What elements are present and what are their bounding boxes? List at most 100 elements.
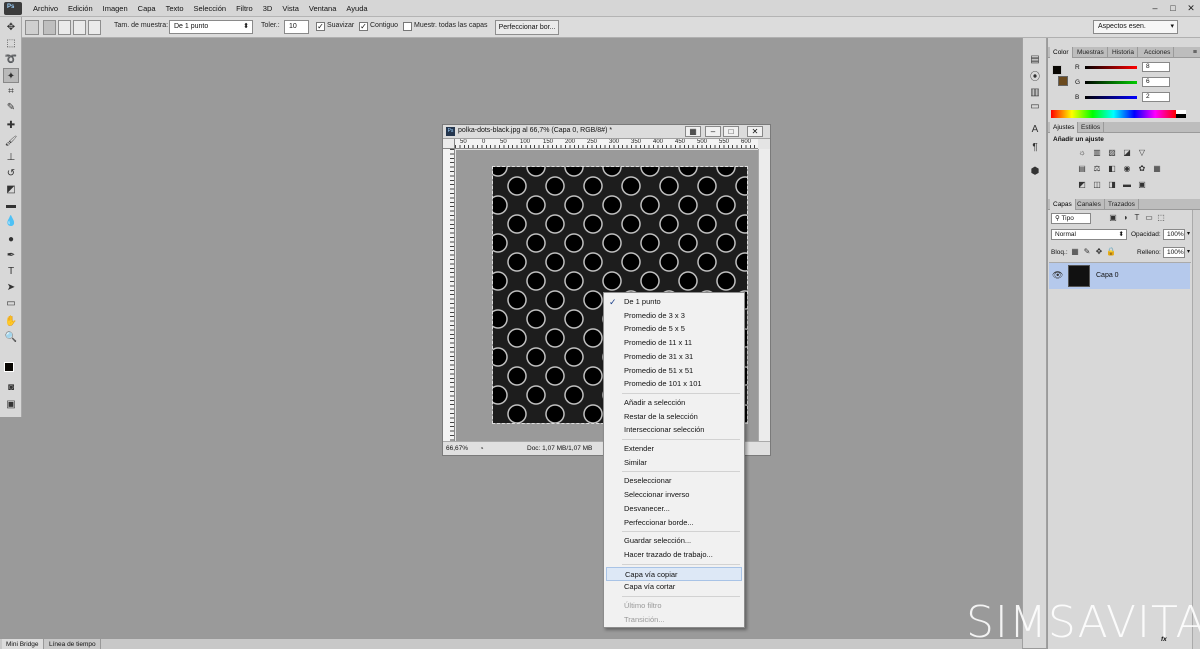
lock-paint-icon[interactable]: ✎ — [1082, 247, 1092, 257]
photo-filter-icon[interactable]: ◉ — [1122, 164, 1132, 174]
opacity-input[interactable]: 100% — [1163, 229, 1185, 240]
context-menu-item[interactable]: Guardar selección... — [604, 534, 744, 548]
eraser-tool-icon[interactable]: ◩ — [3, 182, 19, 197]
history-brush-tool-icon[interactable]: ↺ — [3, 166, 19, 181]
hand-tool-icon[interactable]: ✋ — [3, 314, 19, 329]
context-menu-item[interactable]: Añadir a selección — [604, 396, 744, 410]
filter-smart-icon[interactable]: ⬚ — [1156, 213, 1166, 223]
subtract-selection-icon[interactable] — [73, 20, 86, 35]
tool-presets-icon[interactable]: ▭ — [1028, 100, 1042, 114]
brightness-icon[interactable]: ☼ — [1077, 148, 1087, 158]
menu-ayuda[interactable]: Ayuda — [341, 0, 372, 17]
quick-mask-icon[interactable]: ◙ — [3, 380, 19, 395]
black-white-icon[interactable]: ◧ — [1107, 164, 1117, 174]
menu-3d[interactable]: 3D — [258, 0, 278, 17]
pen-tool-icon[interactable]: ✒ — [3, 248, 19, 263]
close-button[interactable]: ✕ — [1182, 0, 1200, 17]
document-title-bar[interactable]: Ps polka-dots-black.jpg al 66,7% (Capa 0… — [443, 125, 770, 139]
menu-seleccion[interactable]: Selección — [189, 0, 232, 17]
workspace-select[interactable]: Aspectos esen. ▾ — [1093, 20, 1178, 34]
eyedropper-tool-icon[interactable]: ✎ — [3, 100, 19, 115]
tab-trazados[interactable]: Trazados — [1105, 199, 1139, 210]
magic-wand-tool-icon[interactable]: ✦ — [3, 68, 19, 83]
filter-pixel-icon[interactable]: ▣ — [1108, 213, 1118, 223]
type-tool-icon[interactable]: T — [3, 264, 19, 279]
menu-edicion[interactable]: Edición — [63, 0, 98, 17]
layer-thumbnail[interactable] — [1068, 265, 1090, 287]
context-menu-item[interactable]: Promedio de 31 x 31 — [604, 350, 744, 364]
tab-acciones[interactable]: Acciones — [1141, 47, 1175, 58]
tab-muestras[interactable]: Muestras — [1074, 47, 1108, 58]
contiguous-checkbox[interactable]: ✓ — [359, 22, 368, 31]
new-selection-icon[interactable] — [43, 20, 56, 35]
r-slider[interactable] — [1085, 66, 1137, 69]
layers-scrollbar[interactable] — [1192, 210, 1200, 649]
threshold-icon[interactable]: ◨ — [1107, 180, 1117, 190]
selective-color-icon[interactable]: ▣ — [1137, 180, 1147, 190]
tab-ajustes[interactable]: Ajustes — [1050, 122, 1079, 133]
sample-size-select[interactable]: De 1 punto ⬍ — [169, 20, 253, 34]
menu-capa[interactable]: Capa — [133, 0, 161, 17]
context-menu-item[interactable]: Promedio de 11 x 11 — [604, 336, 744, 350]
context-menu-item[interactable]: Deseleccionar — [604, 474, 744, 488]
context-menu-item[interactable]: Promedio de 5 x 5 — [604, 322, 744, 336]
tab-canales[interactable]: Canales — [1074, 199, 1105, 210]
color-balance-icon[interactable]: ⚖ — [1092, 164, 1102, 174]
status-icon[interactable]: ◔ — [479, 444, 484, 453]
intersect-selection-icon[interactable] — [88, 20, 101, 35]
panel-menu-icon[interactable]: ≡ — [1193, 47, 1197, 58]
context-menu-item[interactable]: Perfeccionar borde... — [604, 516, 744, 530]
layer-name[interactable]: Capa 0 — [1096, 272, 1119, 279]
crop-tool-icon[interactable]: ⌗ — [3, 84, 19, 99]
vertical-scrollbar[interactable] — [758, 149, 770, 441]
tab-estilos[interactable]: Estilos — [1078, 122, 1105, 133]
shape-tool-icon[interactable]: ▭ — [3, 296, 19, 311]
menu-ventana[interactable]: Ventana — [304, 0, 342, 17]
context-menu-item[interactable]: Seleccionar inverso — [604, 488, 744, 502]
zoom-tool-icon[interactable]: 🔍 — [3, 330, 19, 345]
zoom-level[interactable]: 66,67% — [446, 445, 468, 452]
tab-linea-de-tiempo[interactable]: Línea de tiempo — [45, 639, 101, 649]
filter-shape-icon[interactable]: ▭ — [1144, 213, 1154, 223]
blur-tool-icon[interactable]: 💧 — [3, 214, 19, 229]
foreground-swatch[interactable] — [1052, 65, 1062, 75]
character-panel-icon[interactable]: A — [1028, 123, 1042, 137]
fill-input[interactable]: 100% — [1163, 247, 1185, 258]
doc-minimize-button[interactable]: – — [705, 126, 721, 137]
channel-mixer-icon[interactable]: ✿ — [1137, 164, 1147, 174]
path-selection-tool-icon[interactable]: ➤ — [3, 280, 19, 295]
context-menu-item[interactable]: Similar — [604, 456, 744, 470]
b-input[interactable]: 2 — [1142, 92, 1170, 102]
tab-historia[interactable]: Historia — [1109, 47, 1139, 58]
context-menu-item[interactable]: Promedio de 3 x 3 — [604, 309, 744, 323]
context-menu-item[interactable]: Promedio de 101 x 101 — [604, 377, 744, 391]
history-panel-icon[interactable]: ▤ — [1028, 53, 1042, 67]
b-slider[interactable] — [1085, 96, 1137, 99]
doc-close-button[interactable]: ✕ — [747, 126, 763, 137]
tolerance-input[interactable]: 10 — [284, 20, 309, 34]
context-menu-item[interactable]: Restar de la selección — [604, 410, 744, 424]
add-selection-icon[interactable] — [58, 20, 71, 35]
marquee-tool-icon[interactable]: ⬚ — [3, 36, 19, 51]
menu-archivo[interactable]: Archivo — [28, 0, 63, 17]
minimize-button[interactable]: – — [1146, 0, 1164, 17]
curves-icon[interactable]: ▨ — [1107, 148, 1117, 158]
healing-brush-tool-icon[interactable]: ✚ — [3, 118, 19, 133]
lock-pixels-icon[interactable]: ▦ — [1070, 247, 1080, 257]
context-menu-item[interactable]: Interseccionar selección — [604, 423, 744, 437]
maximize-button[interactable]: □ — [1164, 0, 1182, 17]
chevron-down-icon[interactable]: ▾ — [1187, 248, 1190, 255]
eye-icon[interactable]: 👁 — [1052, 270, 1063, 281]
posterize-icon[interactable]: ◫ — [1092, 180, 1102, 190]
r-input[interactable]: 8 — [1142, 62, 1170, 72]
context-menu-item[interactable]: Último filtro — [604, 599, 744, 613]
foreground-color-swatch[interactable] — [4, 362, 14, 372]
lasso-tool-icon[interactable]: ➰ — [3, 52, 19, 67]
context-menu-item[interactable]: Desvanecer... — [604, 502, 744, 516]
doc-info[interactable]: Doc: 1,07 MB/1,07 MB — [527, 445, 592, 452]
paragraph-panel-icon[interactable]: ¶ — [1028, 141, 1042, 155]
gradient-tool-icon[interactable]: ▬ — [3, 198, 19, 213]
move-tool-icon[interactable]: ✥ — [3, 20, 19, 35]
swatches-panel-icon[interactable]: ▥ — [1028, 86, 1042, 100]
screen-mode-icon[interactable]: ▣ — [3, 397, 19, 412]
